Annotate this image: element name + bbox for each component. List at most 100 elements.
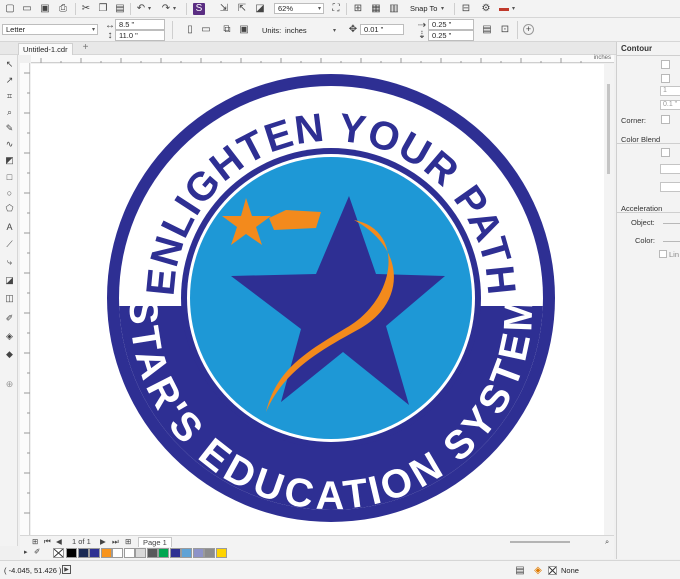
import-icon[interactable]: ⇲ [218,3,230,15]
next-page-icon[interactable]: ▶ [100,537,106,547]
publish-pdf-icon[interactable]: ◪ [254,3,266,15]
print-icon[interactable]: ⎙ [57,3,69,15]
contour-to-center-icon[interactable] [661,60,670,69]
parallel-dimension-icon[interactable]: ⟋ [4,239,15,250]
color-swatch[interactable] [146,548,158,558]
copy-icon[interactable]: ❐ [97,3,109,15]
object-acceleration-slider[interactable] [663,223,680,224]
steps-field[interactable]: 1 [660,86,680,96]
eyedropper-icon[interactable]: ✐ [4,313,15,324]
save-icon[interactable]: ▣ [39,3,51,15]
connector-icon[interactable]: ⤷ [4,257,15,268]
play-icon[interactable]: ▶ [62,565,71,574]
tab-untitled-1[interactable]: Untitled-1.cdr [18,43,73,55]
vertical-scrollbar[interactable] [604,64,614,535]
rectangle-icon[interactable]: □ [4,171,15,182]
ellipse-icon[interactable]: ○ [4,187,15,198]
snap-to-menu[interactable]: Snap To [410,4,437,13]
color-acceleration-slider[interactable] [663,241,680,242]
contour-inside-icon[interactable] [661,74,670,83]
grid-icon[interactable]: ▦ [370,3,382,15]
new-icon[interactable]: ▢ [4,3,16,15]
page-width-field[interactable]: 8.5 " [115,19,165,30]
color-swatch[interactable] [204,548,215,558]
duplicate-y-field[interactable]: 0.25 " [428,30,474,41]
crop-icon[interactable]: ⌗ [4,91,15,102]
zoom-icon[interactable]: ⌕ [4,107,15,118]
color-swatch[interactable] [135,548,146,558]
nudge-distance-field[interactable]: 0.01 " [360,24,404,35]
open-icon[interactable]: ▭ [21,3,33,15]
drop-shadow-icon[interactable]: ◪ [4,275,15,286]
offset-field[interactable]: 0.1 " [660,100,680,110]
stars-education-logo[interactable]: ENLIGHTEN YOUR PATH STAR'S EDUCATION SYS… [106,70,556,525]
blend-direction-icon[interactable] [661,148,670,157]
vertical-ruler[interactable] [20,63,30,535]
first-page-icon[interactable]: ⏮ [44,537,51,547]
undo-icon[interactable]: ↶ [135,3,147,15]
corner-type-icon[interactable] [661,115,670,124]
eyedropper-palette-icon[interactable]: ✐ [34,547,40,557]
document-color-icon[interactable]: ▤ [514,565,526,577]
edit-bleed-icon[interactable]: ▤ [481,24,493,36]
cut-icon[interactable]: ✂ [80,3,92,15]
outline-color-field[interactable] [660,164,680,174]
app-launcher-icon[interactable]: S [193,3,205,15]
add-tool-icon[interactable]: ⊕ [4,379,15,390]
add-tab-button[interactable]: + [80,43,91,54]
export-icon[interactable]: ⇱ [236,3,248,15]
link-accelerations-checkbox[interactable] [659,250,667,258]
interactive-fill-icon[interactable]: ◈ [4,331,15,342]
no-color-swatch[interactable] [53,548,64,558]
color-swatch[interactable] [77,548,89,558]
color-swatch[interactable] [100,548,112,558]
zoom-level-field[interactable]: 62% [274,3,324,14]
zoom-corner-icon[interactable]: ⌕ [605,537,609,547]
color-swatch[interactable] [112,548,123,558]
add-preset-icon[interactable]: + [523,24,534,35]
units-select[interactable]: inches [285,26,307,35]
redo-icon[interactable]: ↷ [160,3,172,15]
paste-icon[interactable]: ▤ [114,3,126,15]
freehand-icon[interactable]: ✎ [4,123,15,134]
duplicate-x-field[interactable]: 0.25 " [428,19,474,30]
alignment-guides-icon[interactable]: ⊟ [460,3,472,15]
full-screen-icon[interactable]: ⛶ [330,3,342,15]
guidelines-icon[interactable]: ▥ [388,3,400,15]
drawing-canvas[interactable]: ENLIGHTEN YOUR PATH STAR'S EDUCATION SYS… [31,64,614,535]
color-swatch[interactable] [192,548,204,558]
all-pages-icon[interactable]: ⧉ [221,24,233,36]
horizontal-scrollbar[interactable] [510,541,570,543]
text-icon[interactable]: A [4,221,15,232]
current-page-icon[interactable]: ▣ [238,24,250,36]
color-swatch[interactable] [215,548,227,558]
transparency-icon[interactable]: ◫ [4,293,15,304]
color-swatch[interactable] [158,548,169,558]
page-add-icon[interactable]: ⊞ [32,537,38,547]
artistic-media-icon[interactable]: ∿ [4,139,15,150]
portrait-icon[interactable]: ▯ [184,24,196,36]
smart-fill-icon[interactable]: ◩ [4,155,15,166]
prev-page-icon[interactable]: ◀ [56,537,62,547]
page-size-select[interactable]: Letter [2,24,98,35]
add-page-icon[interactable]: ⊞ [125,537,131,547]
last-page-icon[interactable]: ⏭ [112,537,119,547]
pick-tool-icon[interactable]: ↖ [4,59,15,70]
landscape-icon[interactable]: ▭ [200,24,212,36]
color-swatch[interactable] [89,548,100,558]
color-swatch[interactable] [66,548,77,558]
launch-icon[interactable]: ▬ [498,3,510,15]
horizontal-ruler[interactable]: inches [31,55,614,63]
page-border-icon[interactable]: ⊡ [499,24,511,36]
page-height-field[interactable]: 11.0 " [115,30,165,41]
color-swatch[interactable] [169,548,181,558]
color-swatch[interactable] [181,548,192,558]
palette-scroll-icon[interactable]: ▸ [24,548,28,558]
color-swatch[interactable] [123,548,135,558]
fill-color-field[interactable] [660,182,680,192]
fill-icon[interactable]: ◆ [4,349,15,360]
options-icon[interactable]: ⚙ [480,3,492,15]
shape-tool-icon[interactable]: ↗ [4,75,15,86]
polygon-icon[interactable]: ⬠ [4,203,15,214]
rulers-icon[interactable]: ⊞ [352,3,364,15]
